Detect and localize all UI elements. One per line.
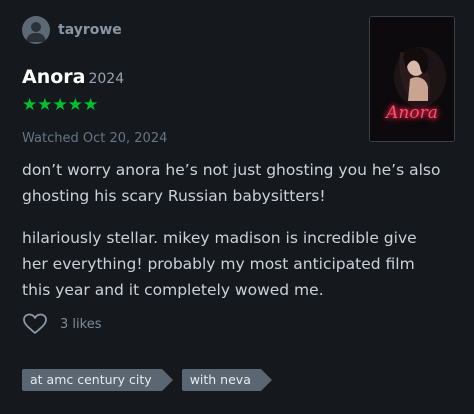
likes-count[interactable]: 3 likes: [60, 317, 101, 332]
username[interactable]: tayrowe: [58, 22, 122, 38]
review-paragraph: don’t worry anora he’s not just ghosting…: [22, 161, 441, 205]
film-heading: Anora 2024: [22, 66, 124, 88]
likes-row: 3 likes: [22, 313, 101, 335]
star-rating: ★★★★★: [22, 95, 99, 115]
film-year[interactable]: 2024: [88, 71, 124, 87]
review-paragraph: hilariously stellar. mikey madison is in…: [22, 229, 417, 299]
person-icon: [26, 22, 46, 42]
avatar[interactable]: [22, 16, 50, 44]
film-poster[interactable]: Anora: [369, 16, 455, 142]
heart-outline-icon[interactable]: [22, 313, 48, 335]
watched-date: Watched Oct 20, 2024: [22, 131, 168, 146]
tag[interactable]: with neva: [181, 369, 273, 391]
tag[interactable]: at amc century city: [22, 369, 173, 391]
poster-title: Anora: [386, 103, 438, 123]
tag-list: at amc century city with neva: [22, 369, 281, 391]
film-title[interactable]: Anora: [22, 66, 85, 88]
